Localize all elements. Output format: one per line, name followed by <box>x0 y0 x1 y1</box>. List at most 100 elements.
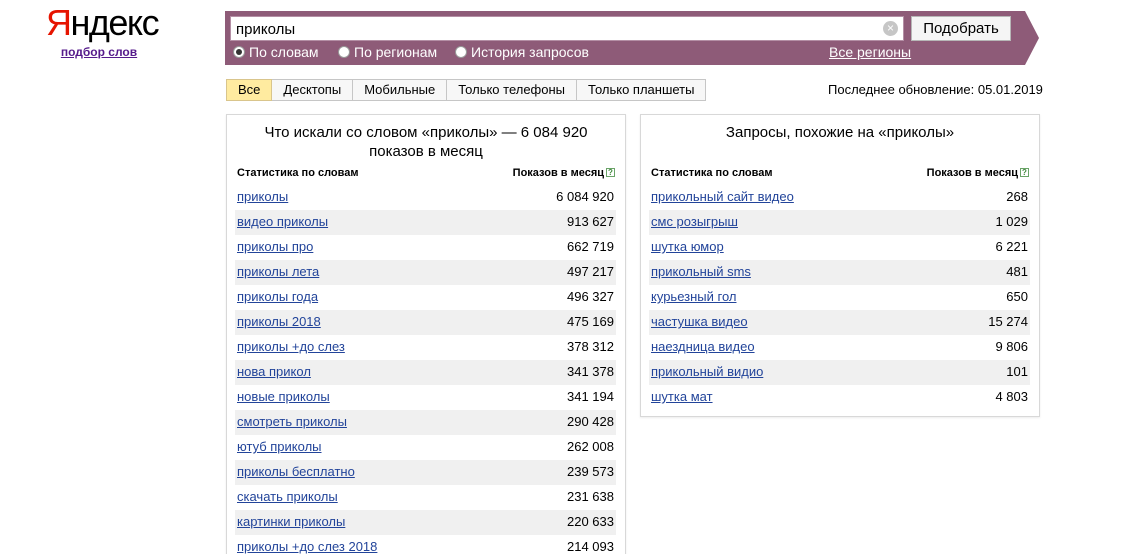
tab-all[interactable]: Все <box>226 79 273 101</box>
table-row: приколы +до слез 378 312 <box>235 335 616 360</box>
shows-count: 239 573 <box>567 464 614 479</box>
keyword-link[interactable]: приколы 2018 <box>237 310 321 334</box>
keyword-link[interactable]: ютуб приколы <box>237 435 322 459</box>
shows-count: 231 638 <box>567 489 614 504</box>
shows-count: 214 093 <box>567 539 614 554</box>
yandex-logo[interactable]: Яндекс подбор слов <box>46 2 160 60</box>
table-row: прикольный sms 481 <box>649 260 1030 285</box>
keyword-link[interactable]: частушка видео <box>651 310 748 334</box>
shows-count: 341 378 <box>567 364 614 379</box>
panel-title: Что искали со словом «приколы» — 6 084 9… <box>264 124 588 160</box>
column-headers: Статистика по словам Показов в месяц? <box>237 167 615 183</box>
tab-desktops[interactable]: Десктопы <box>272 79 354 101</box>
keyword-link[interactable]: новые приколы <box>237 385 330 409</box>
shows-count: 9 806 <box>995 339 1028 354</box>
table-row: нова прикол 341 378 <box>235 360 616 385</box>
table-row: картинки приколы 220 633 <box>235 510 616 535</box>
shows-count: 378 312 <box>567 339 614 354</box>
shows-count: 6 084 920 <box>556 189 614 204</box>
shows-count: 268 <box>1006 189 1028 204</box>
keyword-link[interactable]: нова прикол <box>237 360 311 384</box>
table-row: частушка видео 15 274 <box>649 310 1030 335</box>
radio-icon <box>233 46 245 58</box>
keyword-link[interactable]: наездница видео <box>651 335 755 359</box>
shows-count: 481 <box>1006 264 1028 279</box>
keyword-link[interactable]: приколы бесплатно <box>237 460 355 484</box>
keyword-link[interactable]: приколы про <box>237 235 313 259</box>
keyword-link[interactable]: приколы года <box>237 285 318 309</box>
table-row: приколы лета 497 217 <box>235 260 616 285</box>
column-header-words: Статистика по словам <box>651 167 773 179</box>
table-row: шутка юмор 6 221 <box>649 235 1030 260</box>
clear-icon[interactable]: × <box>883 21 898 36</box>
table-row: приколы про 662 719 <box>235 235 616 260</box>
keyword-link[interactable]: смс розыгрыш <box>651 210 738 234</box>
keyword-link[interactable]: прикольный sms <box>651 260 751 284</box>
table-row: видео приколы 913 627 <box>235 210 616 235</box>
last-update-text: Последнее обновление: 05.01.2019 <box>828 82 1043 97</box>
search-mode-options: По словам По регионам История запросов <box>233 44 913 62</box>
logo-wordmark: Яндекс <box>46 2 160 43</box>
table-row: новые приколы 341 194 <box>235 385 616 410</box>
table-row: прикольный сайт видео 268 <box>649 185 1030 210</box>
table-row: приколы +до слез 2018 214 093 <box>235 535 616 554</box>
shows-count: 497 217 <box>567 264 614 279</box>
shows-count: 4 803 <box>995 389 1028 404</box>
table-row: наездница видео 9 806 <box>649 335 1030 360</box>
keyword-link[interactable]: приколы +до слез <box>237 335 345 359</box>
table-row: приколы 6 084 920 <box>235 185 616 210</box>
shows-count: 475 169 <box>567 314 614 329</box>
all-regions-link[interactable]: Все регионы <box>829 44 911 61</box>
column-header-shows: Показов в месяц? <box>513 167 615 179</box>
wordstat-link[interactable]: подбор слов <box>42 45 156 59</box>
keyword-link[interactable]: приколы лета <box>237 260 319 284</box>
keyword-link[interactable]: скачать приколы <box>237 485 338 509</box>
table-row: прикольный видио 101 <box>649 360 1030 385</box>
panel-title: Запросы, похожие на «приколы» <box>725 124 955 141</box>
column-headers: Статистика по словам Показов в месяц? <box>651 167 1029 183</box>
table-row: скачать приколы 231 638 <box>235 485 616 510</box>
help-icon[interactable]: ? <box>606 168 615 177</box>
help-icon[interactable]: ? <box>1020 168 1029 177</box>
table-row: курьезный гол 650 <box>649 285 1030 310</box>
tab-phones-only[interactable]: Только телефоны <box>447 79 578 101</box>
table-row: ютуб приколы 262 008 <box>235 435 616 460</box>
shows-count: 15 274 <box>988 314 1028 329</box>
keyword-link[interactable]: картинки приколы <box>237 510 345 534</box>
keyword-link[interactable]: приколы <box>237 185 288 209</box>
word-stats-panel: Что искали со словом «приколы» — 6 084 9… <box>226 114 626 554</box>
shows-count: 650 <box>1006 289 1028 304</box>
keyword-link[interactable]: шутка юмор <box>651 235 724 259</box>
keyword-link[interactable]: шутка мат <box>651 385 713 409</box>
tab-tablets-only[interactable]: Только планшеты <box>577 79 707 101</box>
shows-count: 496 327 <box>567 289 614 304</box>
keyword-link[interactable]: видео приколы <box>237 210 328 234</box>
keyword-link[interactable]: прикольный видио <box>651 360 763 384</box>
search-input[interactable] <box>230 16 904 41</box>
shows-count: 341 194 <box>567 389 614 404</box>
shows-count: 6 221 <box>995 239 1028 254</box>
similar-queries-list: прикольный сайт видео 268 смс розыгрыш 1 02… <box>649 185 1030 410</box>
table-row: смс розыгрыш 1 029 <box>649 210 1030 235</box>
radio-by-regions[interactable]: По регионам <box>338 44 437 62</box>
keyword-link[interactable]: курьезный гол <box>651 285 736 309</box>
keyword-link[interactable]: смотреть приколы <box>237 410 347 434</box>
shows-count: 101 <box>1006 364 1028 379</box>
table-row: приколы бесплатно 239 573 <box>235 460 616 485</box>
shows-count: 1 029 <box>995 214 1028 229</box>
keyword-link[interactable]: прикольный сайт видео <box>651 185 794 209</box>
shows-count: 220 633 <box>567 514 614 529</box>
table-row: приколы года 496 327 <box>235 285 616 310</box>
radio-icon <box>455 46 467 58</box>
shows-count: 913 627 <box>567 214 614 229</box>
table-row: приколы 2018 475 169 <box>235 310 616 335</box>
radio-by-words[interactable]: По словам <box>233 44 319 62</box>
tab-mobile[interactable]: Мобильные <box>353 79 448 101</box>
shows-count: 262 008 <box>567 439 614 454</box>
column-header-words: Статистика по словам <box>237 167 359 179</box>
radio-query-history[interactable]: История запросов <box>455 44 589 62</box>
search-bar-arrow <box>1025 11 1039 65</box>
table-row: смотреть приколы 290 428 <box>235 410 616 435</box>
search-button[interactable]: Подобрать <box>911 16 1011 41</box>
keyword-link[interactable]: приколы +до слез 2018 <box>237 535 377 554</box>
